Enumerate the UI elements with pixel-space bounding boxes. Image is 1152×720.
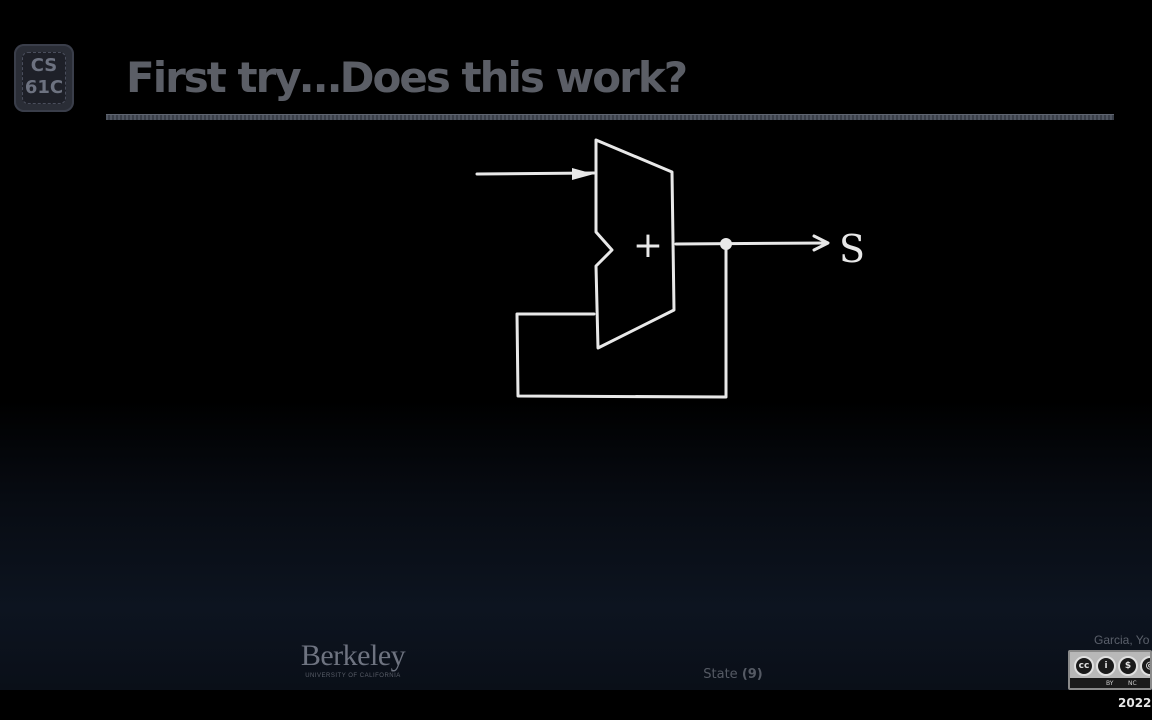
junction-dot [720, 238, 732, 250]
author-credit: Garcia, Yo [1094, 633, 1150, 647]
berkeley-logo: Berkeley [300, 639, 406, 672]
license-tag-nc: NC [1128, 680, 1137, 687]
output-wire [674, 241, 828, 246]
footer-section-text: State [703, 667, 738, 682]
video-bottom-strip [0, 690, 1152, 720]
slide-number: (9) [741, 667, 763, 682]
feedback-wire [515, 242, 728, 399]
attribution-icon: i [1096, 656, 1116, 676]
creative-commons-license-badge: cc i $ @ BY NC [1068, 650, 1152, 690]
noncommercial-icon: $ [1118, 656, 1138, 676]
video-frame: CS 61C First try…Does this work? + S Ber… [0, 0, 1152, 720]
output-label-s: S [839, 227, 865, 271]
lecture-date: 2022- [1118, 696, 1152, 710]
cc-icon: cc [1074, 656, 1094, 676]
input-arrow [572, 168, 594, 180]
berkeley-logo-subtext: UNIVERSITY OF CALIFORNIA [305, 673, 401, 679]
accumulator-circuit-diagram: + S [475, 138, 865, 399]
adder-plus-symbol: + [633, 225, 663, 266]
license-tag-by: BY [1106, 680, 1114, 687]
lecture-slide: CS 61C First try…Does this work? + S Ber… [0, 0, 1152, 690]
sharealike-icon: @ [1140, 656, 1150, 676]
slide-footer-label: State (9) [690, 666, 776, 684]
